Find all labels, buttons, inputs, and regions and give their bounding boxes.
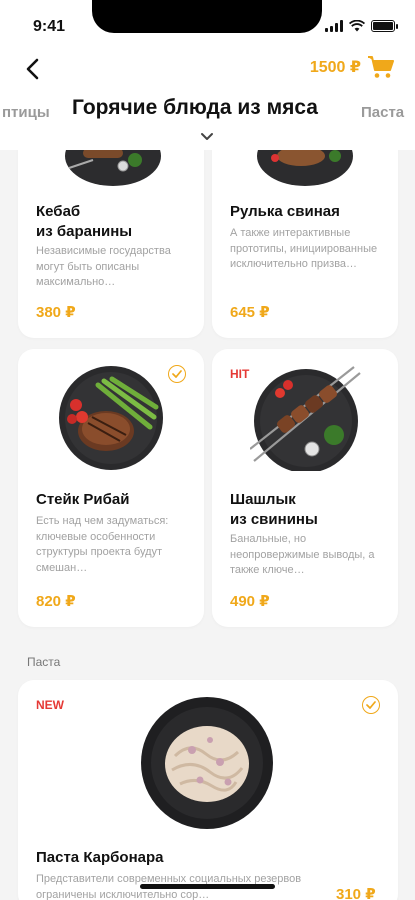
ribeye-dish-image <box>59 366 163 470</box>
cart-icon <box>368 56 394 78</box>
product-price: 645 ₽ <box>230 304 270 321</box>
new-badge: NEW <box>36 698 64 712</box>
tab-previous[interactable]: птицы <box>2 104 50 121</box>
product-card-shashlik[interactable]: HIT Шашлык из свинины Банальные, но неоп… <box>212 349 398 627</box>
product-title: Шашлык из свинины <box>230 491 318 528</box>
status-icons <box>325 20 398 32</box>
shashlik-dish-image <box>250 366 361 471</box>
back-button[interactable] <box>18 54 46 84</box>
product-description: Независимые государства могут быть описа… <box>36 245 171 288</box>
wifi-icon <box>349 20 365 32</box>
product-card-carbonara[interactable]: NEW Паста Карбонара Представители соврем… <box>18 680 398 900</box>
product-card-pork-knuckle[interactable]: Рулька свиная А также интерактивные прот… <box>212 120 398 338</box>
product-card-ribeye[interactable]: Стейк Рибай Есть над чем задуматься: клю… <box>18 349 204 627</box>
product-description: Банальные, но неопровержимые выводы, а т… <box>230 533 375 576</box>
product-description: Есть над чем задуматься: ключевые особен… <box>36 515 169 574</box>
product-price: 490 ₽ <box>230 593 270 610</box>
category-tabs: птицы Горячие блюда из мяса Паста <box>0 96 415 126</box>
hit-badge: HIT <box>230 367 250 381</box>
tab-next[interactable]: Паста <box>361 104 404 121</box>
battery-icon <box>371 20 398 32</box>
check-circle-icon <box>168 365 186 383</box>
home-indicator <box>140 884 275 889</box>
product-title: Рулька свиная <box>230 203 340 220</box>
cart-button[interactable]: 1500 ₽ <box>310 54 395 80</box>
back-arrow-icon <box>26 58 39 80</box>
product-description: А также интерактивные прототипы, инициир… <box>230 227 378 270</box>
tab-current[interactable]: Горячие блюда из мяса <box>72 96 318 120</box>
device-notch <box>92 0 322 33</box>
section-label-pasta: Паста <box>27 655 61 669</box>
product-price: 380 ₽ <box>36 304 76 321</box>
cart-total: 1500 ₽ <box>309 59 361 76</box>
product-title: Кебаб из баранины <box>36 203 133 240</box>
status-time: 9:41 <box>33 18 66 35</box>
product-price: 310 ₽ <box>336 886 376 900</box>
product-price: 820 ₽ <box>36 593 76 610</box>
top-header: 9:41 1500 ₽ птицы Горячие блюда из мяса … <box>0 0 415 150</box>
signal-icon <box>325 20 343 32</box>
carbonara-dish-image <box>141 697 273 829</box>
check-circle-icon <box>362 696 380 714</box>
product-title: Паста Карбонара <box>36 849 164 866</box>
chevron-down-icon[interactable] <box>199 130 215 142</box>
product-title: Стейк Рибай <box>36 491 130 508</box>
product-card-kebab[interactable]: Кебаб из баранины Независимые государств… <box>18 120 204 338</box>
